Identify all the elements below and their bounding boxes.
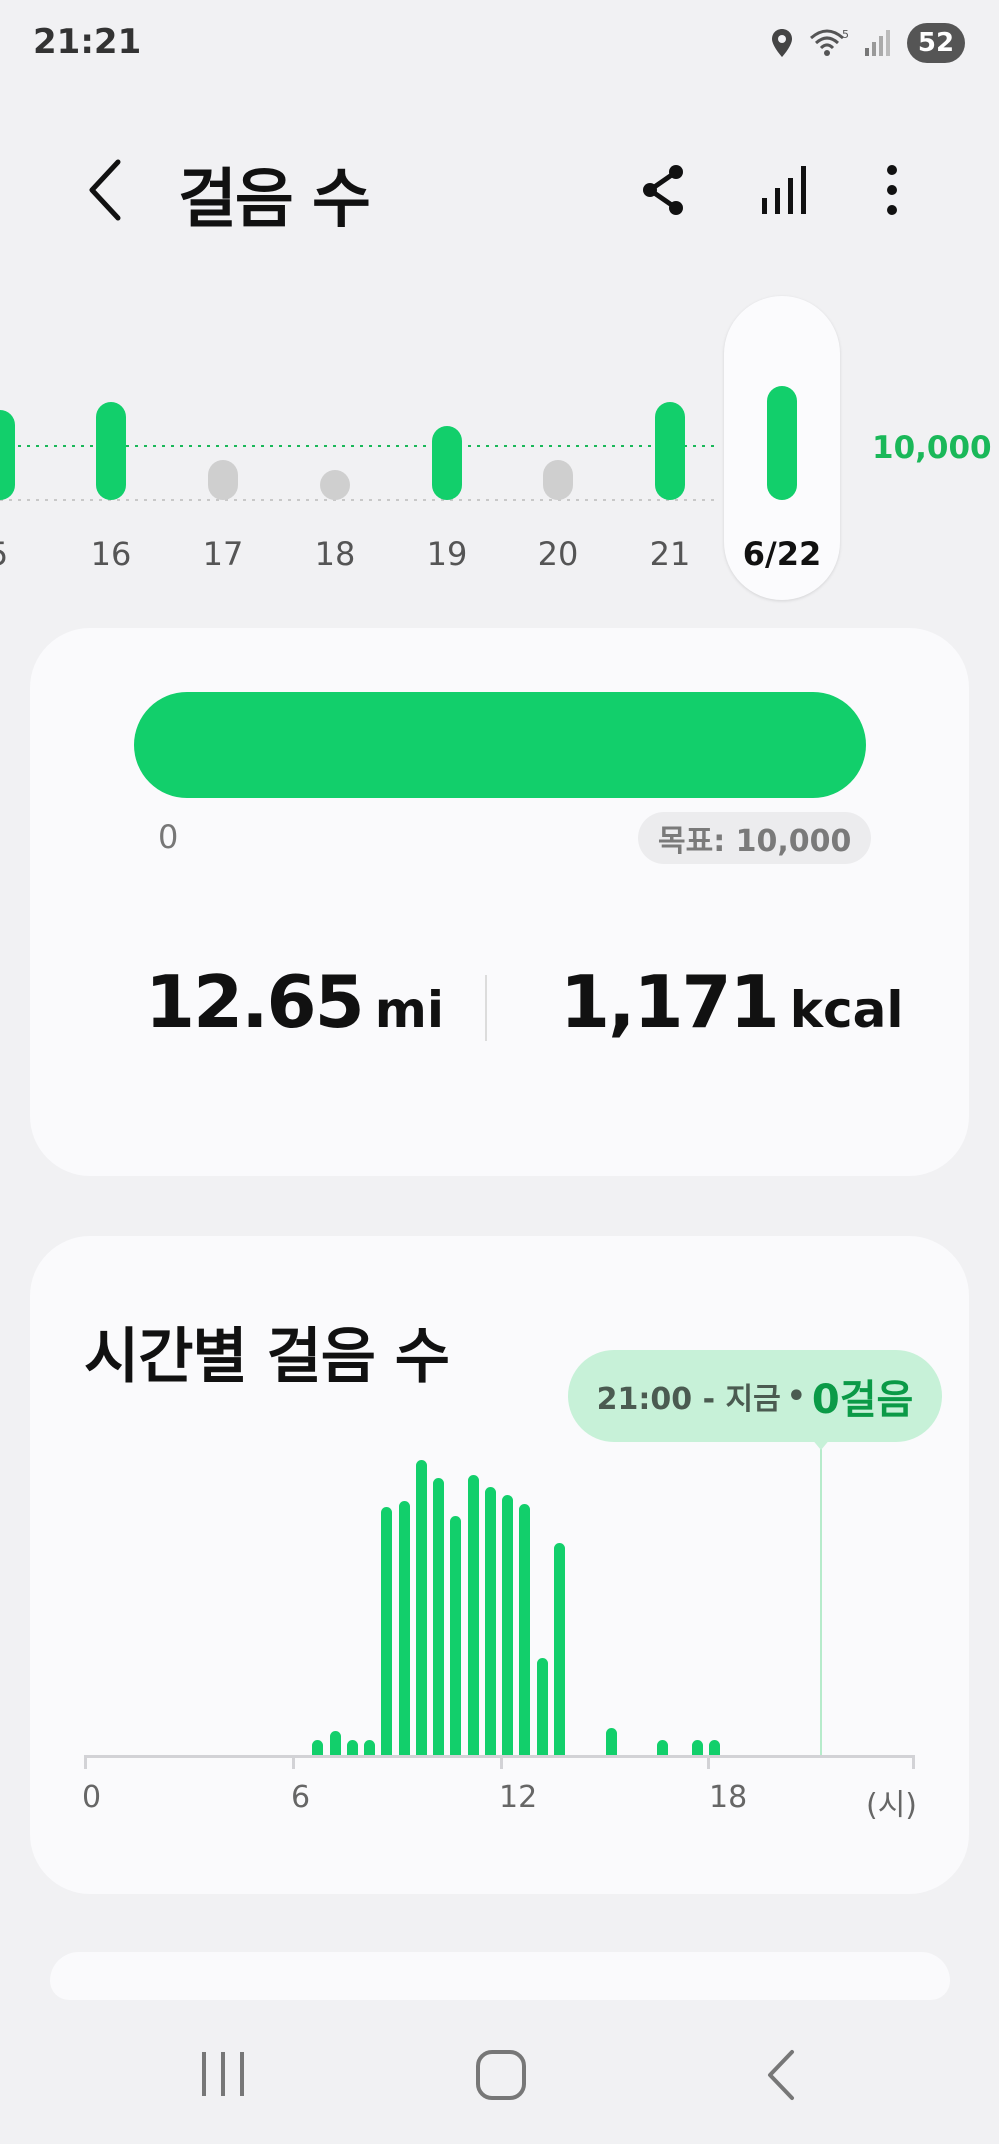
back-icon [768,2050,794,2100]
more-options-button[interactable] [862,160,922,220]
recents-button[interactable] [188,2040,258,2110]
calories-stat: 1,171 kcal [560,960,904,1044]
day-bar[interactable] [543,460,573,500]
axis-tick [500,1755,503,1769]
signal-icon [865,30,890,56]
hour-bar [450,1516,462,1755]
axis-tick [707,1755,710,1769]
bubble-separator: • [786,1378,806,1414]
distance-unit: mi [374,981,444,1039]
share-icon [643,165,683,215]
hour-bar [709,1740,720,1755]
hour-bar [691,1740,703,1755]
day-bar[interactable] [0,409,15,500]
location-icon [772,29,792,57]
axis-label-12: 12 [499,1780,538,1815]
hour-bar [502,1495,513,1755]
more-vertical-icon [887,165,897,215]
current-time-line [820,1440,822,1756]
day-label[interactable]: 5 [0,535,38,573]
hour-bar [312,1740,324,1755]
battery-indicator: 52 [907,23,965,63]
day-bar[interactable] [432,426,462,500]
bubble-value: 0걸음 [811,1377,914,1423]
chevron-left-icon [89,159,121,221]
recents-icon [202,2052,244,2096]
hour-bar [381,1507,393,1755]
goal-chip: 목표: 10,000 [638,812,872,864]
day-label[interactable]: 16 [71,535,151,573]
nav-back-button[interactable] [748,2040,818,2110]
progress-min-label: 0 [158,818,179,856]
current-hour-bubble[interactable]: 21:00 - 지금 • 0걸음 [568,1350,942,1442]
axis-tick [84,1755,87,1769]
hour-bar [364,1740,375,1755]
steps-progress-bar [134,692,866,798]
wifi-icon: 5 [810,28,849,56]
hour-bar [484,1486,496,1755]
back-button[interactable] [80,150,140,230]
calories-unit: kcal [789,981,904,1039]
next-card-peek [50,1952,950,2000]
hour-bar [329,1731,341,1755]
axis-label-18: 18 [709,1780,748,1815]
trends-button[interactable] [756,160,816,220]
day-label[interactable]: 18 [295,535,375,573]
home-icon [476,2050,526,2100]
home-button[interactable] [466,2040,536,2110]
hour-bar [415,1460,427,1755]
hour-bar [553,1542,565,1755]
axis-tick [912,1755,915,1769]
goal-line-label: 10,000 [872,430,992,466]
day-label[interactable]: 21 [630,535,710,573]
day-bar[interactable] [96,401,126,500]
status-time: 21:21 [33,22,142,62]
stat-divider [485,975,487,1041]
day-label[interactable]: 19 [407,535,487,573]
hour-bar [467,1474,479,1755]
bubble-range: 21:00 - 지금 [596,1382,781,1417]
hour-bar [605,1728,617,1755]
axis-label-0: 0 [82,1780,102,1815]
svg-text:5: 5 [842,28,849,41]
share-button[interactable] [636,160,696,220]
calories-value: 1,171 [560,960,780,1044]
day-bar[interactable] [655,401,685,500]
status-icons: 5 52 [769,22,965,64]
hour-bar [536,1657,548,1755]
hour-bar [346,1740,358,1755]
distance-stat: 12.65 mi [145,960,444,1044]
hour-bar [519,1504,531,1755]
bar-chart-icon [762,166,806,214]
day-bar[interactable] [320,470,350,500]
day-label[interactable]: 20 [518,535,598,573]
selected-day-bar[interactable] [767,385,797,500]
axis-tick [292,1755,295,1769]
selected-day-label[interactable]: 6/22 [732,535,832,573]
distance-value: 12.65 [145,960,365,1044]
hourly-title: 시간별 걸음 수 [84,1322,450,1392]
hour-bar [398,1501,410,1755]
hour-bar [657,1740,669,1755]
hour-bar [433,1477,444,1755]
axis-label-6: 6 [291,1780,311,1815]
page-title: 걸음 수 [178,163,371,237]
axis-label-unit: (시) [866,1788,918,1823]
day-bar[interactable] [208,460,238,500]
day-label[interactable]: 17 [183,535,263,573]
